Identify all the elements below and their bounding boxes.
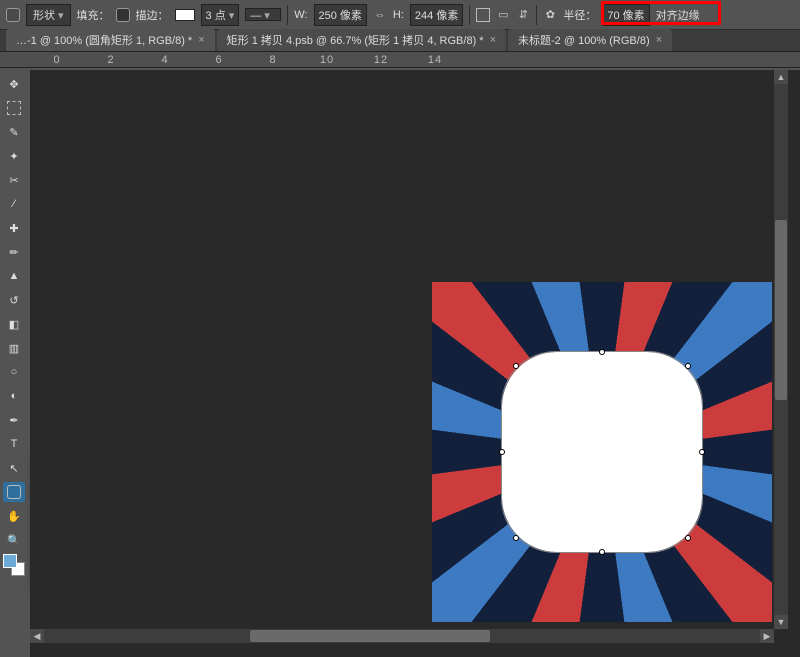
shape-mode-dropdown[interactable]: 形状	[26, 4, 71, 26]
close-icon[interactable]: ×	[198, 34, 204, 46]
document-canvas[interactable]	[432, 282, 772, 622]
scroll-up-arrow-icon[interactable]: ▲	[774, 70, 788, 84]
close-icon[interactable]: ×	[656, 34, 662, 46]
radius-input[interactable]: 70 像素	[602, 4, 649, 26]
blur-tool[interactable]: ○	[3, 362, 25, 382]
tool-panel: ✥ ✎ ✦ ✂ ⁄ ✚ ✏ ▲ ↺ ◧ ▥ ○ ◐ ✒ T ↖ ✋ 🔍	[0, 70, 28, 576]
close-icon[interactable]: ×	[490, 34, 496, 46]
scroll-down-arrow-icon[interactable]: ▼	[774, 615, 788, 629]
lasso-tool[interactable]: ✎	[3, 122, 25, 142]
path-arrangement-icon[interactable]: ⇵	[516, 8, 530, 22]
separator	[536, 5, 537, 25]
dodge-tool[interactable]: ◐	[3, 386, 25, 406]
hand-tool[interactable]: ✋	[3, 506, 25, 526]
tab-label: 未标题-2 @ 100% (RGB/8)	[518, 32, 650, 48]
crop-tool[interactable]: ✂	[3, 170, 25, 190]
move-tool[interactable]: ✥	[3, 74, 25, 94]
document-tab[interactable]: 矩形 1 拷贝 4.psb @ 66.7% (矩形 1 拷贝 4, RGB/8)…	[217, 29, 506, 51]
options-bar: 形状 填充： 描边： 3 点 — W: 250 像素 H: 244 像素 ▭ ⇵…	[0, 0, 800, 30]
magic-wand-tool[interactable]: ✦	[3, 146, 25, 166]
history-brush-tool[interactable]: ↺	[3, 290, 25, 310]
path-operations-icon[interactable]	[476, 8, 490, 22]
tool-preset-icon[interactable]	[6, 8, 20, 22]
document-tab[interactable]: …-1 @ 100% (圆角矩形 1, RGB/8) * ×	[6, 29, 215, 51]
document-tab-bar: …-1 @ 100% (圆角矩形 1, RGB/8) * × 矩形 1 拷贝 4.…	[0, 30, 800, 52]
path-alignment-icon[interactable]: ▭	[496, 8, 510, 22]
shape-tool[interactable]	[3, 482, 25, 502]
stroke-swatch[interactable]	[175, 9, 195, 21]
separator	[287, 5, 288, 25]
height-input[interactable]: 244 像素	[410, 4, 463, 26]
eyedropper-tool[interactable]: ⁄	[3, 194, 25, 214]
tab-label: …-1 @ 100% (圆角矩形 1, RGB/8) *	[16, 32, 192, 48]
w-label: W:	[294, 9, 307, 21]
zoom-tool[interactable]: 🔍	[3, 530, 25, 550]
fill-label: 填充：	[77, 7, 110, 23]
gradient-tool[interactable]: ▥	[3, 338, 25, 358]
scrollbar-thumb[interactable]	[775, 220, 787, 400]
stroke-style-dropdown[interactable]: —	[245, 8, 281, 21]
scroll-right-arrow-icon[interactable]: ▶	[760, 629, 774, 643]
tab-label: 矩形 1 拷贝 4.psb @ 66.7% (矩形 1 拷贝 4, RGB/8)…	[227, 32, 484, 48]
link-icon[interactable]	[373, 8, 387, 22]
path-selection-tool[interactable]: ↖	[3, 458, 25, 478]
document-tab[interactable]: 未标题-2 @ 100% (RGB/8) ×	[508, 29, 672, 51]
brush-tool[interactable]: ✏	[3, 242, 25, 262]
pen-tool[interactable]: ✒	[3, 410, 25, 430]
vertical-scrollbar[interactable]: ▲ ▼	[774, 70, 788, 629]
width-input[interactable]: 250 像素	[314, 4, 367, 26]
scroll-left-arrow-icon[interactable]: ◀	[30, 629, 44, 643]
gear-icon[interactable]: ✿	[543, 8, 557, 22]
horizontal-ruler: 02468101214	[0, 52, 800, 68]
healing-brush-tool[interactable]: ✚	[3, 218, 25, 238]
canvas-area[interactable]: ▲ ▼ ◀ ▶	[30, 70, 800, 657]
marquee-tool[interactable]	[3, 98, 25, 118]
h-label: H:	[393, 9, 404, 21]
shape-selection-handles[interactable]	[502, 352, 702, 552]
radius-label: 半径：	[563, 7, 596, 23]
clone-stamp-tool[interactable]: ▲	[3, 266, 25, 286]
horizontal-scrollbar[interactable]: ◀ ▶	[30, 629, 774, 643]
fill-swatch[interactable]	[116, 8, 130, 22]
separator	[469, 5, 470, 25]
foreground-background-swatch[interactable]	[3, 554, 25, 576]
type-tool[interactable]: T	[3, 434, 25, 454]
stroke-label: 描边：	[136, 7, 169, 23]
eraser-tool[interactable]: ◧	[3, 314, 25, 334]
stroke-width-input[interactable]: 3 点	[201, 4, 240, 26]
align-edges-checkbox[interactable]: 对齐边缘	[656, 7, 700, 23]
scrollbar-thumb[interactable]	[250, 630, 490, 642]
